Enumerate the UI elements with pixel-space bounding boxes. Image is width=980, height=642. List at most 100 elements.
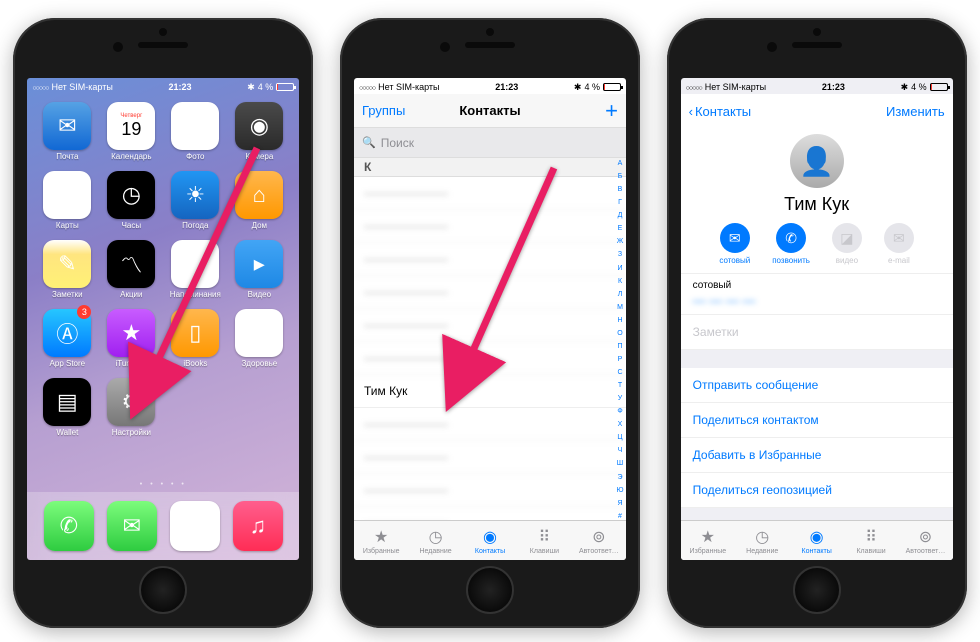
index-letter[interactable]: Л bbox=[615, 291, 625, 298]
avatar: 👤 bbox=[790, 134, 844, 188]
app-label: Камера bbox=[245, 152, 273, 161]
tab-Автоответ…[interactable]: ⊚Автоответ… bbox=[572, 521, 626, 560]
link-row[interactable]: Отправить сообщение bbox=[681, 368, 953, 403]
link-row[interactable]: Поделиться геопозицией bbox=[681, 473, 953, 508]
index-letter[interactable]: Д bbox=[615, 212, 625, 219]
tab-Избранные[interactable]: ★Избранные bbox=[354, 521, 408, 560]
edit-button[interactable]: Изменить bbox=[886, 104, 945, 119]
app-icon: ❀ bbox=[171, 102, 219, 150]
index-letter[interactable]: # bbox=[615, 513, 625, 520]
contact-list[interactable]: ————————————————————————————————————————… bbox=[354, 177, 626, 560]
app-Часы[interactable]: ◷Часы bbox=[101, 171, 161, 230]
app-Почта[interactable]: ✉Почта bbox=[37, 102, 97, 161]
contact-row[interactable]: ——————— bbox=[354, 474, 626, 507]
link-row[interactable]: Поделиться контактом bbox=[681, 403, 953, 438]
index-letter[interactable]: Ж bbox=[615, 238, 625, 245]
search-input[interactable]: 🔍 Поиск bbox=[354, 128, 626, 158]
app-Календарь[interactable]: Четверг19Календарь bbox=[101, 102, 161, 161]
tab-Контакты[interactable]: ◉Контакты bbox=[463, 521, 517, 560]
contact-row[interactable]: ——————— bbox=[354, 342, 626, 375]
contact-row[interactable]: ——————— bbox=[354, 276, 626, 309]
index-letter[interactable]: Э bbox=[615, 474, 625, 481]
link-row[interactable]: Добавить в Избранные bbox=[681, 438, 953, 473]
app-Дом[interactable]: ⌂Дом bbox=[229, 171, 289, 230]
index-letter[interactable]: П bbox=[615, 343, 625, 350]
dock-app-Safari[interactable]: ◎ bbox=[170, 501, 220, 551]
tab-Контакты[interactable]: ◉Контакты bbox=[789, 521, 843, 560]
dock-app-Музыка[interactable]: ♫ bbox=[233, 501, 283, 551]
contact-row[interactable]: ——————— bbox=[354, 408, 626, 441]
contact-row-highlighted[interactable]: Тим Кук bbox=[354, 375, 626, 408]
app-Настройки[interactable]: ⚙Настройки1 bbox=[101, 378, 161, 437]
app-Погода[interactable]: ☀Погода bbox=[165, 171, 225, 230]
back-button[interactable]: ‹ Контакты bbox=[689, 104, 752, 119]
dock-app-Телефон[interactable]: ✆ bbox=[44, 501, 94, 551]
index-letter[interactable]: С bbox=[615, 369, 625, 376]
tab-Автоответ…[interactable]: ⊚Автоответ… bbox=[898, 521, 952, 560]
contact-row[interactable]: ——————— bbox=[354, 309, 626, 342]
app-Фото[interactable]: ❀Фото bbox=[165, 102, 225, 161]
add-contact-button[interactable]: + bbox=[605, 98, 618, 124]
contact-row[interactable]: ——————— bbox=[354, 177, 626, 210]
app-Видео[interactable]: ▸Видео bbox=[229, 240, 289, 299]
index-letter[interactable]: З bbox=[615, 251, 625, 258]
tab-icon: ◷ bbox=[429, 527, 443, 547]
index-letter[interactable]: Н bbox=[615, 317, 625, 324]
index-letter[interactable]: Е bbox=[615, 225, 625, 232]
index-letter[interactable]: Б bbox=[615, 173, 625, 180]
index-letter[interactable]: Р bbox=[615, 356, 625, 363]
action-сотовый[interactable]: ✉сотовый bbox=[719, 223, 750, 265]
index-letter[interactable]: Ю bbox=[615, 487, 625, 494]
index-letter[interactable]: Ц bbox=[615, 434, 625, 441]
e-mail-icon: ✉ bbox=[884, 223, 914, 253]
index-letter[interactable]: Ш bbox=[615, 460, 625, 467]
notes-field[interactable]: Заметки bbox=[681, 314, 953, 350]
tab-icon: ◉ bbox=[810, 527, 824, 547]
index-letter[interactable]: Ф bbox=[615, 408, 625, 415]
tab-Недавние[interactable]: ◷Недавние bbox=[735, 521, 789, 560]
dock-app-Сообщения[interactable]: ✉ bbox=[107, 501, 157, 551]
app-Напоминания[interactable]: ☰Напоминания bbox=[165, 240, 225, 299]
index-letter[interactable]: О bbox=[615, 330, 625, 337]
phone-field[interactable]: сотовый — — — — bbox=[681, 273, 953, 314]
index-letter[interactable]: В bbox=[615, 186, 625, 193]
index-letter[interactable]: И bbox=[615, 265, 625, 272]
tab-Клавиши[interactable]: ⠿Клавиши bbox=[844, 521, 898, 560]
index-letter[interactable]: Ч bbox=[615, 447, 625, 454]
action-позвонить[interactable]: ✆позвонить bbox=[772, 223, 810, 265]
contact-row[interactable]: ——————— bbox=[354, 210, 626, 243]
index-bar[interactable]: АБВГДЕЖЗИКЛМНОПРСТУФХЦЧШЭЮЯ # bbox=[615, 160, 625, 520]
groups-button[interactable]: Группы bbox=[362, 103, 405, 118]
app-iBooks[interactable]: ▯iBooks bbox=[165, 309, 225, 368]
app-Акции[interactable]: 〽Акции bbox=[101, 240, 161, 299]
app-App Store[interactable]: ⒶApp Store3 bbox=[37, 309, 97, 368]
index-letter[interactable]: А bbox=[615, 160, 625, 167]
tab-Клавиши[interactable]: ⠿Клавиши bbox=[517, 521, 571, 560]
app-iTunes…[interactable]: ★iTunes… bbox=[101, 309, 161, 368]
app-Wallet[interactable]: ▤Wallet bbox=[37, 378, 97, 437]
index-letter[interactable]: Г bbox=[615, 199, 625, 206]
carrier-text: Нет SIM-карты bbox=[51, 82, 112, 92]
index-letter[interactable]: М bbox=[615, 304, 625, 311]
app-label: Погода bbox=[182, 221, 208, 230]
section-header: К bbox=[354, 158, 626, 177]
app-icon: ★ bbox=[107, 309, 155, 357]
app-Заметки[interactable]: ✎Заметки bbox=[37, 240, 97, 299]
index-letter[interactable]: К bbox=[615, 278, 625, 285]
tab-label: Избранные bbox=[363, 548, 400, 555]
app-label: Часы bbox=[122, 221, 142, 230]
app-icon: ☰ bbox=[171, 240, 219, 288]
app-Камера[interactable]: ◉Камера bbox=[229, 102, 289, 161]
app-Карты[interactable]: ➤Карты bbox=[37, 171, 97, 230]
tab-Избранные[interactable]: ★Избранные bbox=[681, 521, 735, 560]
index-letter[interactable]: Т bbox=[615, 382, 625, 389]
app-Здоровье[interactable]: ♥Здоровье bbox=[229, 309, 289, 368]
action-row: ✉сотовый✆позвонить◪видео✉e-mail bbox=[719, 223, 914, 265]
index-letter[interactable]: У bbox=[615, 395, 625, 402]
tab-Недавние[interactable]: ◷Недавние bbox=[408, 521, 462, 560]
contact-row[interactable]: ——————— bbox=[354, 441, 626, 474]
index-letter[interactable]: Я bbox=[615, 500, 625, 507]
signal-icon bbox=[32, 82, 48, 92]
contact-row[interactable]: ——————— bbox=[354, 243, 626, 276]
index-letter[interactable]: Х bbox=[615, 421, 625, 428]
